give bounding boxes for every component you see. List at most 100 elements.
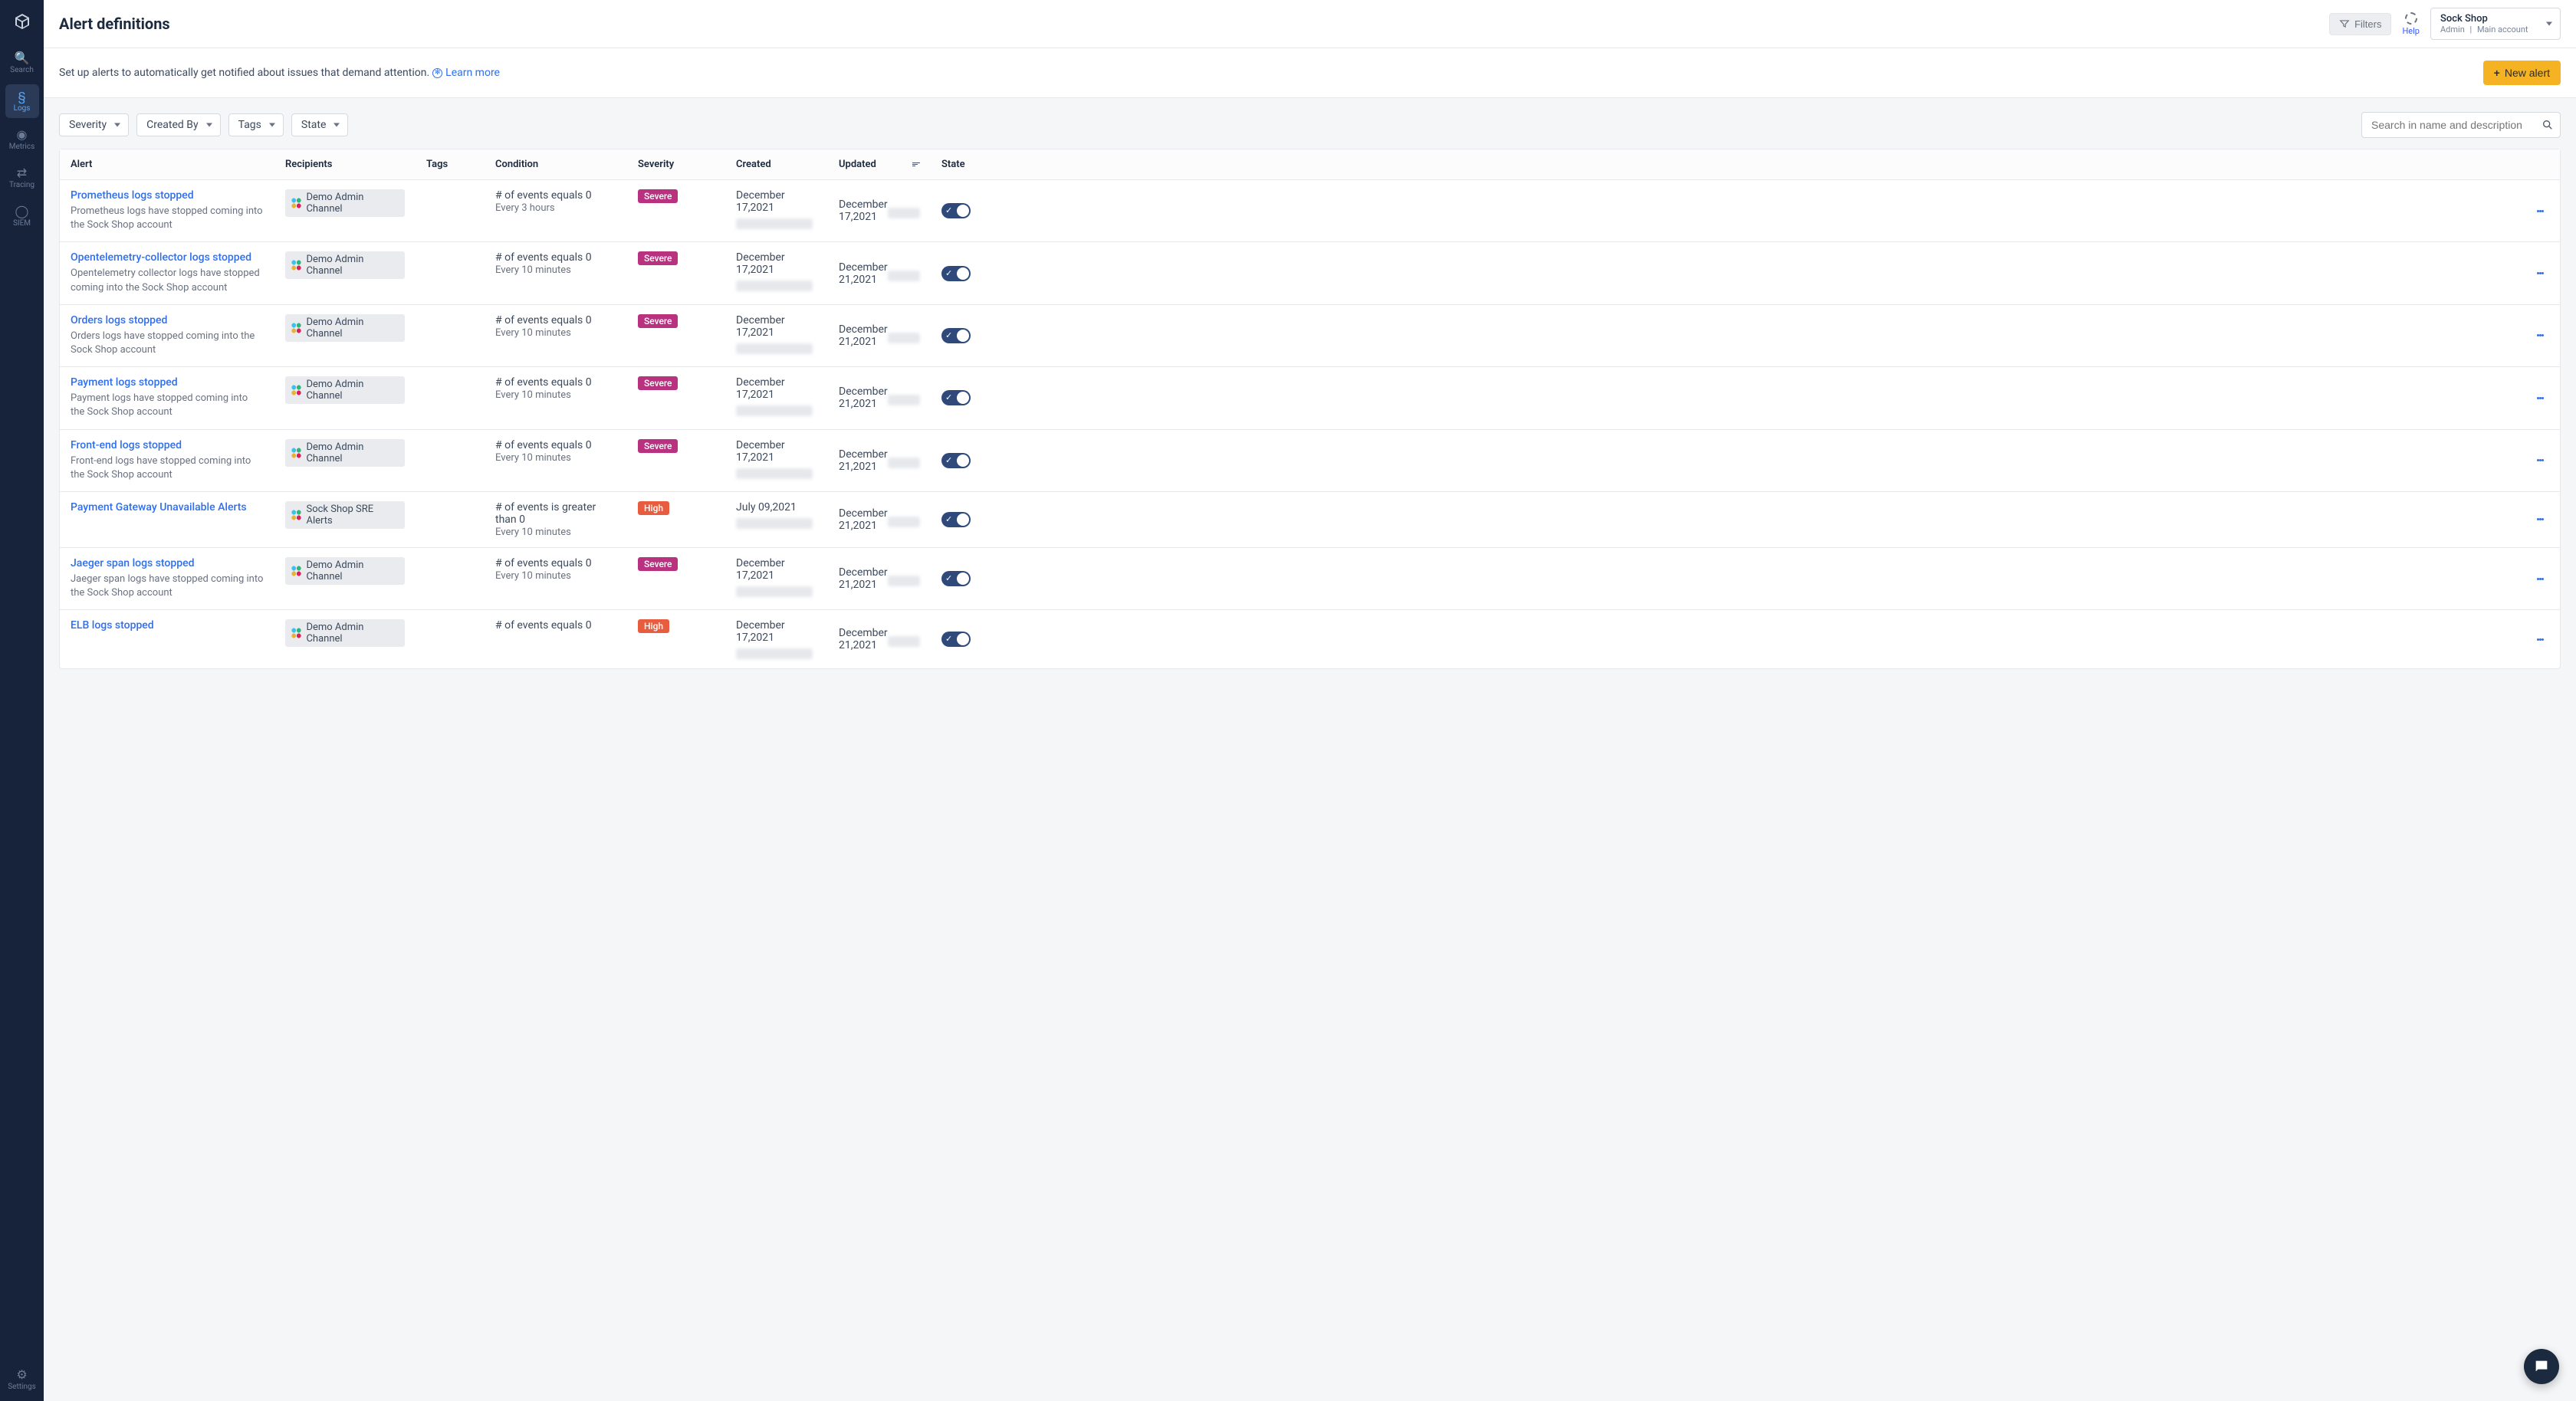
intercom-launcher[interactable]: [2524, 1349, 2559, 1384]
account-picker[interactable]: Sock Shop Admin | Main account: [2430, 8, 2561, 40]
sidebar-item-tracing[interactable]: ⇄Tracing: [5, 161, 39, 195]
created-date: December 17,2021: [736, 557, 817, 582]
search-input[interactable]: [2371, 113, 2542, 137]
account-name: Sock Shop: [2440, 13, 2538, 25]
sidebar-item-label: Search: [10, 66, 34, 74]
row-menu-button[interactable]: [2531, 264, 2549, 283]
updated-date: December 21,2021: [839, 261, 888, 286]
tags-cell: [416, 180, 485, 241]
th-severity[interactable]: Severity: [627, 149, 725, 179]
state-toggle[interactable]: ✓: [941, 453, 971, 468]
alert-title-link[interactable]: Payment Gateway Unavailable Alerts: [71, 501, 264, 513]
state-toggle[interactable]: ✓: [941, 328, 971, 343]
th-state[interactable]: State: [931, 149, 2560, 179]
slack-icon: [291, 260, 301, 271]
filter-chip-state[interactable]: State: [291, 113, 349, 136]
recipient-chip[interactable]: Demo Admin Channel: [285, 619, 405, 647]
th-alert[interactable]: Alert: [60, 149, 274, 179]
row-menu-button[interactable]: [2531, 326, 2549, 345]
filter-chip-created-by[interactable]: Created By: [136, 113, 220, 136]
state-toggle[interactable]: ✓: [941, 266, 971, 281]
updated-detail-blur: [888, 636, 920, 647]
check-icon: ✓: [945, 573, 952, 583]
recipient-chip[interactable]: Sock Shop SRE Alerts: [285, 501, 405, 529]
help-link[interactable]: Help: [2402, 12, 2420, 36]
recipient-name: Demo Admin Channel: [306, 317, 399, 340]
state-toggle[interactable]: ✓: [941, 512, 971, 527]
filter-chip-severity[interactable]: Severity: [59, 113, 129, 136]
sidebar-item-search[interactable]: 🔍Search: [5, 46, 39, 80]
sidebar-item-label: Tracing: [9, 181, 34, 189]
alert-title-link[interactable]: Front-end logs stopped: [71, 439, 264, 451]
learn-more-link[interactable]: ✻ Learn more: [432, 67, 500, 79]
tags-cell: [416, 242, 485, 303]
filters-label: Filters: [2354, 18, 2381, 30]
slack-icon: [291, 198, 301, 208]
alert-title-link[interactable]: Prometheus logs stopped: [71, 189, 264, 202]
state-toggle[interactable]: ✓: [941, 571, 971, 586]
updated-detail-blur: [888, 395, 920, 405]
state-toggle[interactable]: ✓: [941, 390, 971, 405]
alert-title-link[interactable]: Jaeger span logs stopped: [71, 557, 264, 569]
recipient-chip[interactable]: Demo Admin Channel: [285, 376, 405, 404]
recipient-chip[interactable]: Demo Admin Channel: [285, 439, 405, 467]
created-detail-blur: [736, 468, 813, 479]
recipient-chip[interactable]: Demo Admin Channel: [285, 189, 405, 217]
th-condition[interactable]: Condition: [485, 149, 627, 179]
created-detail-blur: [736, 518, 813, 529]
main-content: Alert definitions Filters Help Sock Shop…: [44, 0, 2576, 1401]
condition-frequency: Every 10 minutes: [495, 527, 571, 538]
condition-frequency: Every 10 minutes: [495, 570, 571, 582]
table-toolbar: Severity Created By Tags State: [44, 98, 2576, 149]
th-created[interactable]: Created: [725, 149, 828, 179]
gear-icon: ⚙: [16, 1369, 27, 1381]
updated-detail-blur: [888, 208, 920, 218]
filters-button[interactable]: Filters: [2329, 13, 2391, 35]
table-row: Payment logs stopped Payment logs have s…: [60, 367, 2560, 429]
th-tags[interactable]: Tags: [416, 149, 485, 179]
row-menu-button[interactable]: [2531, 569, 2549, 588]
th-recipients[interactable]: Recipients: [274, 149, 416, 179]
sidebar-item-logs[interactable]: §Logs: [5, 84, 39, 118]
updated-detail-blur: [888, 576, 920, 586]
severity-badge: Severe: [638, 314, 678, 328]
table-row: ELB logs stopped Demo Admin Channel # of…: [60, 610, 2560, 668]
table-header: Alert Recipients Tags Condition Severity…: [60, 149, 2560, 180]
alert-title-link[interactable]: Opentelemetry-collector logs stopped: [71, 251, 264, 264]
alert-title-link[interactable]: ELB logs stopped: [71, 619, 264, 632]
alert-title-link[interactable]: Payment logs stopped: [71, 376, 264, 389]
sidebar-item-metrics[interactable]: ◉Metrics: [5, 123, 39, 156]
updated-date: December 21,2021: [839, 448, 888, 473]
alert-description: Orders logs have stopped coming into the…: [71, 330, 264, 357]
sidebar-item-settings[interactable]: ⚙ Settings: [5, 1363, 39, 1396]
updated-date: December 21,2021: [839, 627, 888, 651]
th-updated[interactable]: Updated: [828, 149, 931, 179]
search-icon: [2542, 119, 2554, 131]
sidebar-item-siem[interactable]: ◯SIEM: [5, 199, 39, 233]
recipient-name: Demo Admin Channel: [306, 254, 399, 277]
sidebar-item-label: Metrics: [9, 143, 35, 151]
recipient-chip[interactable]: Demo Admin Channel: [285, 557, 405, 585]
subheader: Set up alerts to automatically get notif…: [44, 48, 2576, 98]
severity-badge: Severe: [638, 189, 678, 203]
alert-title-link[interactable]: Orders logs stopped: [71, 314, 264, 326]
state-toggle[interactable]: ✓: [941, 203, 971, 218]
row-menu-button[interactable]: [2531, 451, 2549, 470]
row-menu-button[interactable]: [2531, 510, 2549, 529]
recipient-chip[interactable]: Demo Admin Channel: [285, 314, 405, 342]
filter-chip-tags[interactable]: Tags: [228, 113, 284, 136]
tags-cell: [416, 367, 485, 428]
recipient-chip[interactable]: Demo Admin Channel: [285, 251, 405, 279]
created-date: December 17,2021: [736, 619, 817, 644]
row-menu-button[interactable]: [2531, 389, 2549, 407]
condition-text: # of events equals 0: [495, 251, 616, 264]
check-icon: ✓: [945, 330, 952, 340]
state-toggle[interactable]: ✓: [941, 632, 971, 647]
table-row: Payment Gateway Unavailable Alerts Sock …: [60, 492, 2560, 548]
row-menu-button[interactable]: [2531, 202, 2549, 220]
new-alert-button[interactable]: + New alert: [2483, 61, 2561, 85]
row-menu-button[interactable]: [2531, 630, 2549, 648]
severity-badge: High: [638, 501, 669, 515]
condition-frequency: Every 3 hours: [495, 202, 555, 214]
severity-badge: Severe: [638, 251, 678, 265]
